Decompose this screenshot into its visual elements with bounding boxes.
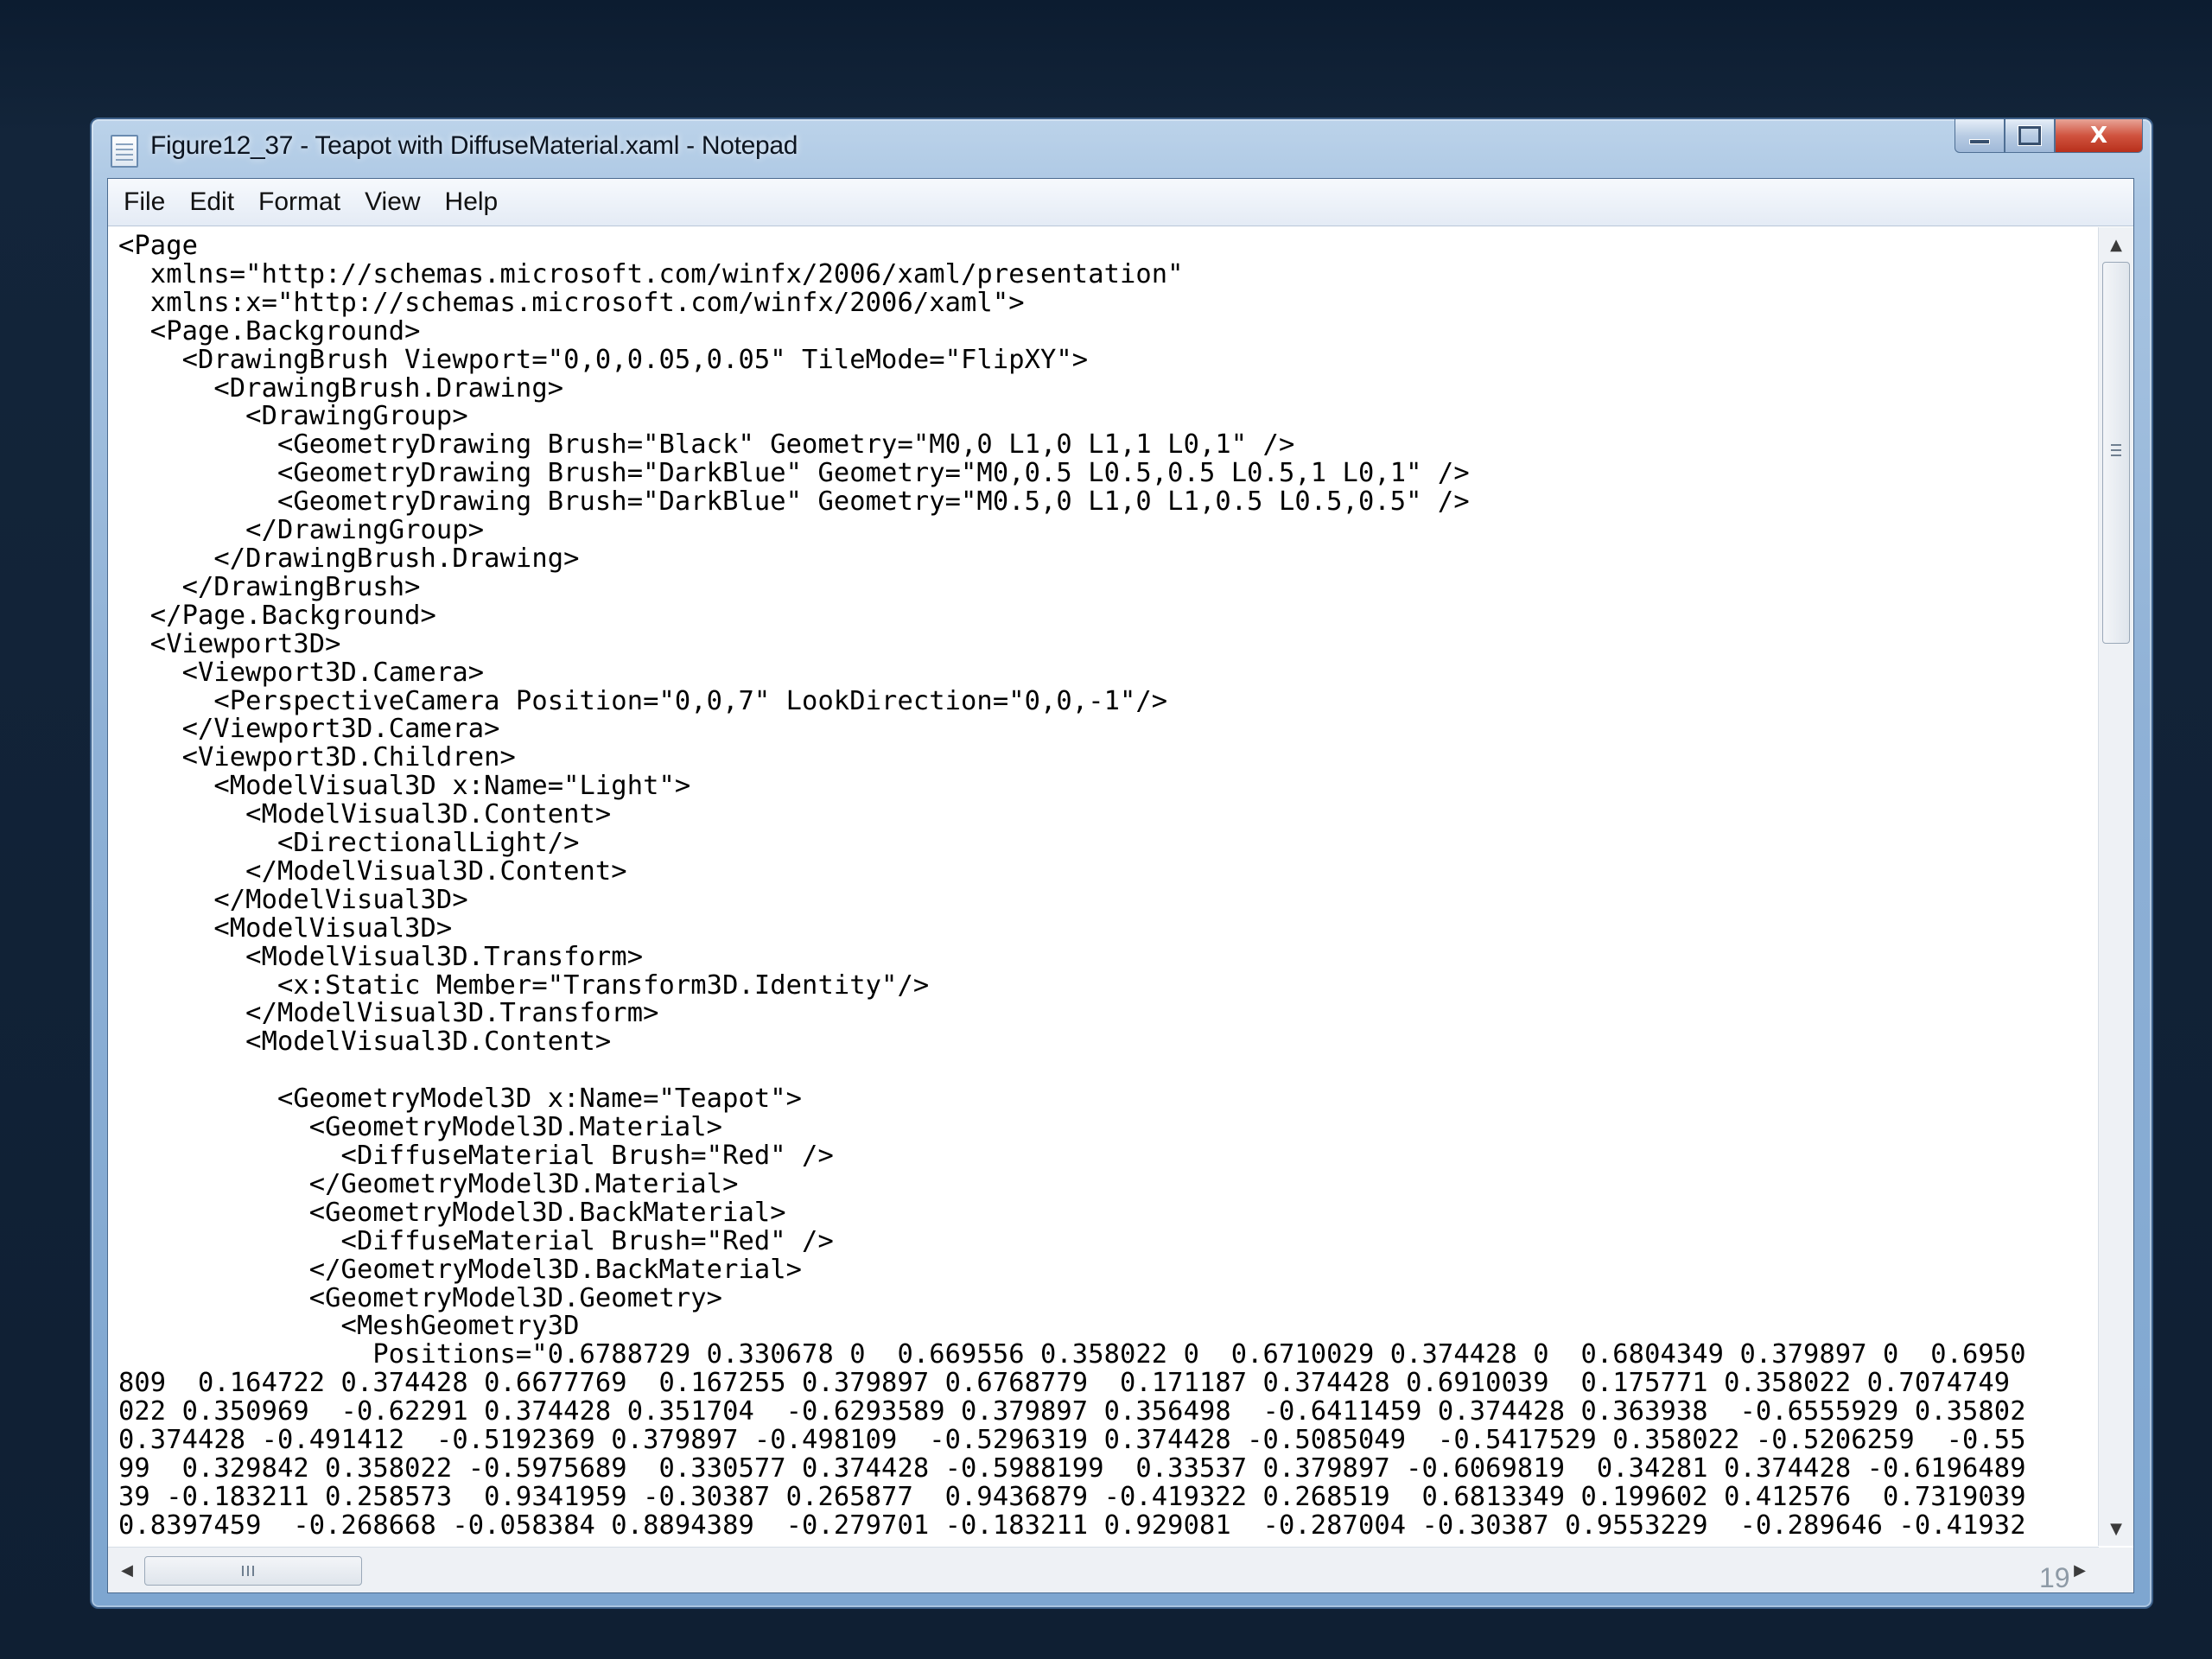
code-line: <Viewport3D.Children> <box>118 742 516 773</box>
menu-edit[interactable]: Edit <box>184 188 239 217</box>
code-line: <DiffuseMaterial Brush="Red" /> <box>118 1141 834 1171</box>
code-line: </DrawingGroup> <box>118 515 485 546</box>
code-line: <ModelVisual3D> <box>118 912 453 944</box>
code-line: <GeometryModel3D.Material> <box>118 1112 723 1143</box>
menu-file[interactable]: File <box>118 188 170 217</box>
code-line: <PerspectiveCamera Position="0,0,7" Look… <box>118 685 1168 716</box>
code-line: Positions="0.6788729 0.330678 0 0.669556… <box>118 1339 2026 1370</box>
vertical-scrollbar[interactable]: ▲ ▼ <box>2098 227 2133 1546</box>
minimize-icon <box>1969 139 1990 144</box>
code-line: <GeometryDrawing Brush="Black" Geometry=… <box>118 429 1295 461</box>
code-line: </ModelVisual3D.Transform> <box>118 998 659 1029</box>
code-line: <GeometryModel3D.BackMaterial> <box>118 1197 786 1228</box>
grip-icon <box>242 1566 244 1576</box>
code-line: <ModelVisual3D.Content> <box>118 799 612 830</box>
code-line: <DrawingBrush Viewport="0,0,0.05,0.05" T… <box>118 344 1089 375</box>
code-line: 809 0.164722 0.374428 0.6677769 0.167255… <box>118 1368 2011 1399</box>
text-editor[interactable]: <Page xmlns="http://schemas.microsoft.co… <box>108 227 2099 1546</box>
code-line: <GeometryModel3D x:Name="Teapot"> <box>118 1084 803 1115</box>
code-line: <DiffuseMaterial Brush="Red" /> <box>118 1225 834 1256</box>
menu-format[interactable]: Format <box>253 188 346 217</box>
code-line: 0.374428 -0.491412 -0.5192369 0.379897 -… <box>118 1425 2026 1456</box>
code-line: </GeometryModel3D.Material> <box>118 1168 739 1199</box>
scroll-up-arrow-icon[interactable]: ▲ <box>2099 229 2133 260</box>
code-line: </ModelVisual3D.Content> <box>118 855 627 887</box>
code-line: </Page.Background> <box>118 600 436 631</box>
scroll-left-arrow-icon[interactable]: ◀ <box>110 1548 144 1592</box>
code-line: </ModelVisual3D> <box>118 884 468 915</box>
code-line: 022 0.350969 -0.62291 0.374428 0.351704 … <box>118 1396 2026 1427</box>
code-line: <Page <box>118 231 198 261</box>
horizontal-scroll-thumb[interactable] <box>144 1556 362 1586</box>
code-line: <Page.Background> <box>118 315 421 346</box>
menu-view[interactable]: View <box>359 188 425 217</box>
code-line: <DirectionalLight/> <box>118 828 580 859</box>
vertical-scroll-thumb[interactable] <box>2102 262 2130 644</box>
menu-bar: File Edit Format View Help <box>108 179 2133 226</box>
horizontal-scrollbar[interactable]: ◀ ▶ <box>108 1547 2099 1592</box>
close-icon: X <box>2089 123 2108 149</box>
close-button[interactable]: X <box>2055 119 2143 153</box>
title-bar[interactable]: Figure12_37 - Teapot with DiffuseMateria… <box>92 119 2152 180</box>
menu-help[interactable]: Help <box>440 188 504 217</box>
minimize-button[interactable] <box>1955 119 2005 153</box>
code-line: <MeshGeometry3D <box>118 1311 580 1342</box>
code-line: </DrawingBrush> <box>118 571 421 602</box>
code-line: <GeometryDrawing Brush="DarkBlue" Geomet… <box>118 486 1470 518</box>
code-line: <DrawingBrush.Drawing> <box>118 372 564 404</box>
code-line: <Viewport3D> <box>118 628 341 659</box>
notepad-window: Figure12_37 - Teapot with DiffuseMateria… <box>90 118 2153 1609</box>
code-line: xmlns="http://schemas.microsoft.com/winf… <box>118 258 1184 289</box>
code-line: <GeometryModel3D.Geometry> <box>118 1282 723 1313</box>
window-controls: X <box>1955 119 2143 154</box>
editor-content: <Page xmlns="http://schemas.microsoft.co… <box>108 227 2099 1541</box>
code-line: <x:Static Member="Transform3D.Identity"/… <box>118 969 930 1001</box>
size-grip[interactable] <box>2099 1548 2133 1592</box>
code-line: </GeometryModel3D.BackMaterial> <box>118 1254 803 1285</box>
code-line: 0.8397459 -0.268668 -0.058384 0.8894389 … <box>118 1510 2026 1541</box>
code-line: <Viewport3D.Camera> <box>118 657 485 688</box>
code-line: <ModelVisual3D.Transform> <box>118 941 644 972</box>
code-line: <ModelVisual3D.Content> <box>118 1027 612 1058</box>
code-line: xmlns:x="http://schemas.microsoft.com/wi… <box>118 287 1025 318</box>
slide-page-number: 19 <box>2039 1562 2070 1593</box>
code-line: 99 0.329842 0.358022 -0.5975689 0.330577… <box>118 1452 2026 1484</box>
code-line: <DrawingGroup> <box>118 401 468 432</box>
code-line: <ModelVisual3D x:Name="Light"> <box>118 771 691 802</box>
code-line: 39 -0.183211 0.258573 0.9341959 -0.30387… <box>118 1481 2026 1512</box>
grip-icon <box>2111 444 2121 446</box>
code-line: <GeometryDrawing Brush="DarkBlue" Geomet… <box>118 458 1470 489</box>
code-line: </Viewport3D.Camera> <box>118 714 500 745</box>
maximize-button[interactable] <box>2005 119 2055 153</box>
window-title: Figure12_37 - Teapot with DiffuseMateria… <box>150 131 798 160</box>
code-line: </DrawingBrush.Drawing> <box>118 543 580 574</box>
scroll-down-arrow-icon[interactable]: ▼ <box>2099 1513 2133 1544</box>
client-area: File Edit Format View Help <Page xmlns="… <box>107 178 2134 1593</box>
notepad-app-icon[interactable] <box>111 135 138 168</box>
maximize-icon <box>2018 126 2041 145</box>
